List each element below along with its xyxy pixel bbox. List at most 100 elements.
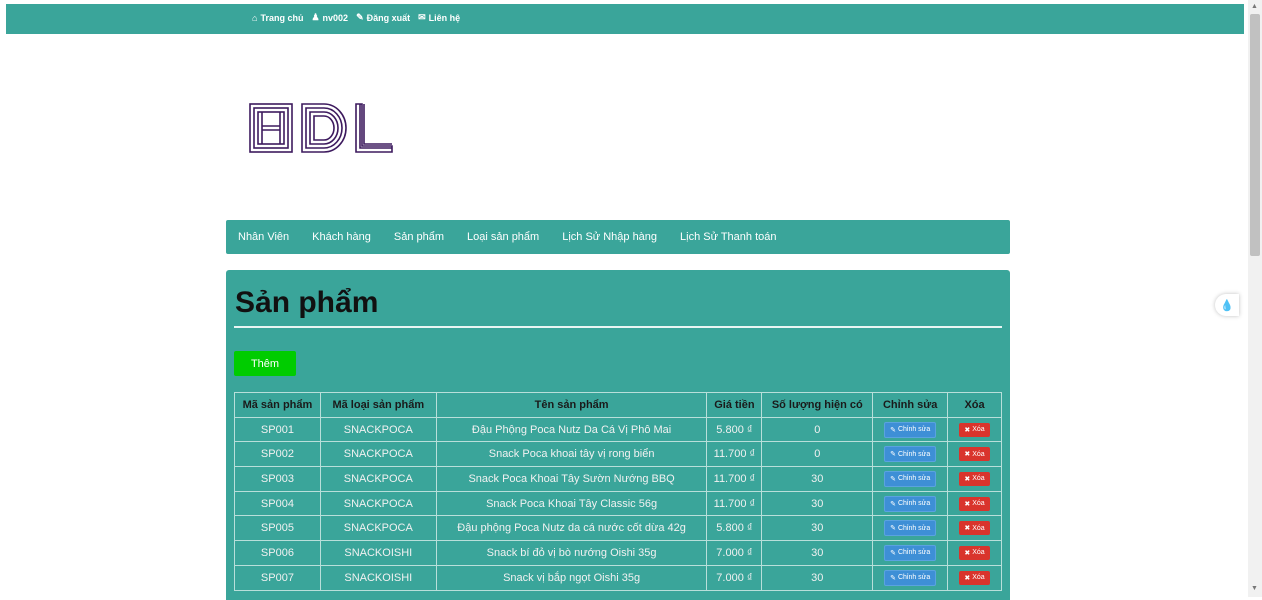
cell-product-name: Đậu Phộng Poca Nutz Da Cá Vị Phô Mai [435,416,708,443]
delete-button-label: Xóa [972,574,985,582]
main-nav: Nhân Viên Khách hàng Sản phẩm Loại sản p… [226,220,1010,254]
delete-button-label: Xóa [972,475,985,483]
floating-assistant-button[interactable]: 💧 [1215,294,1239,316]
page-title: Sản phẩm [235,286,379,319]
add-product-button[interactable]: Thêm [234,351,296,376]
cell-price: 7.000 ₫ [706,540,763,566]
top-bar: ⌂ Trang chủ ♟ nv002 ✎ Đăng xuất ✉ Liên hệ [6,4,1244,34]
table-row: SP004 SNACKPOCA Snack Poca Khoai Tây Cla… [234,490,1002,517]
cell-delete: ✖ Xóa [947,416,1002,443]
cell-product-name: Snack bí đỏ vị bò nướng Oishi 35g [435,540,708,566]
header-edit: Chỉnh sửa [872,392,949,418]
cell-edit: ✎ Chỉnh sửa [872,490,949,517]
cell-product-id: SP003 [234,466,321,492]
home-link[interactable]: ⌂ Trang chủ [252,12,303,23]
close-icon: ✖ [964,525,971,533]
edit-button[interactable]: ✎ Chỉnh sửa [884,421,937,438]
delete-button-label: Xóa [972,426,985,434]
cell-price: 7.000 ₫ [706,564,763,591]
cell-product-name: Snack vị bắp ngọt Oishi 35g [435,564,708,591]
edit-icon: ✎ [890,574,896,582]
cell-product-id: SP005 [234,515,321,542]
edit-button-label: Chỉnh sửa [897,475,931,483]
close-icon: ✖ [964,500,971,508]
nav-customers[interactable]: Khách hàng [312,231,371,243]
edit-icon: ✎ [890,475,896,483]
table-row: SP003 SNACKPOCA Snack Poca Khoai Tây Sườ… [234,466,1002,492]
nav-employees[interactable]: Nhân Viên [238,231,289,243]
envelope-icon: ✉ [418,12,426,22]
cell-product-name: Snack Poca Khoai Tây Classic 56g [435,490,708,517]
cell-product-id: SP007 [234,564,321,591]
delete-button[interactable]: ✖ Xóa [959,471,990,486]
header-delete: Xóa [947,392,1002,418]
delete-button[interactable]: ✖ Xóa [959,447,990,462]
edit-button[interactable]: ✎ Chỉnh sửa [884,470,937,487]
nav-product-types[interactable]: Loại sản phẩm [467,231,539,243]
delete-button[interactable]: ✖ Xóa [959,521,990,536]
close-icon: ✖ [964,549,971,557]
cell-quantity: 0 [761,416,874,443]
logo-graphic [249,103,393,153]
cell-product-type-id: SNACKOISHI [319,540,437,566]
edit-button-label: Chỉnh sửa [897,574,931,582]
table-row: SP002 SNACKPOCA Snack Poca khoai tây vị … [234,441,1002,468]
cell-edit: ✎ Chỉnh sửa [872,416,949,443]
vertical-scrollbar[interactable]: ▲ ▼ [1248,0,1262,597]
table-row: SP006 SNACKOISHI Snack bí đỏ vị bò nướng… [234,540,1002,566]
top-nav: ⌂ Trang chủ ♟ nv002 ✎ Đăng xuất ✉ Liên hệ [252,12,460,23]
cell-product-id: SP006 [234,540,321,566]
logout-link[interactable]: ✎ Đăng xuất [356,12,410,23]
nav-import-history[interactable]: Lịch Sử Nhập hàng [562,231,657,243]
cell-product-type-id: SNACKOISHI [319,564,437,591]
home-icon: ⌂ [252,12,258,23]
cell-delete: ✖ Xóa [947,441,1002,468]
edit-icon: ✎ [890,549,896,557]
cell-quantity: 30 [761,515,874,542]
edit-button-label: Chỉnh sửa [897,524,931,532]
edit-button[interactable]: ✎ Chỉnh sửa [884,544,937,561]
edit-button[interactable]: ✎ Chỉnh sửa [884,446,937,463]
cell-product-type-id: SNACKPOCA [319,490,437,517]
nav-products[interactable]: Sản phẩm [394,231,444,243]
cell-product-name: Đậu phộng Poca Nutz da cá nước cốt dừa 4… [435,515,708,542]
scroll-up-icon[interactable]: ▲ [1251,3,1258,10]
cell-quantity: 30 [761,490,874,517]
table-header-row: Mã sản phẩm Mã loại sản phẩm Tên sản phẩ… [234,392,1002,418]
cell-product-type-id: SNACKPOCA [319,515,437,542]
cell-quantity: 30 [761,540,874,566]
delete-button-label: Xóa [972,450,985,458]
cell-price: 11.700 ₫ [706,441,763,468]
table-row: SP007 SNACKOISHI Snack vị bắp ngọt Oishi… [234,564,1002,591]
edit-button[interactable]: ✎ Chỉnh sửa [884,495,937,512]
nav-payment-history[interactable]: Lịch Sử Thanh toán [680,231,776,243]
delete-button[interactable]: ✖ Xóa [959,545,990,560]
header-product-type-id: Mã loại sản phẩm [319,392,437,418]
cell-product-name: Snack Poca Khoai Tây Sườn Nướng BBQ [435,466,708,492]
cell-price: 11.700 ₫ [706,466,763,492]
edit-button[interactable]: ✎ Chỉnh sửa [884,569,937,586]
edit-button-label: Chỉnh sửa [897,450,931,458]
logout-link-label: Đăng xuất [366,12,411,23]
cell-delete: ✖ Xóa [947,515,1002,542]
edit-button[interactable]: ✎ Chỉnh sửa [884,520,937,537]
header-price: Giá tiền [706,392,763,418]
scrollbar-thumb[interactable] [1250,14,1260,256]
cell-quantity: 30 [761,564,874,591]
contact-link[interactable]: ✉ Liên hệ [418,12,460,23]
scroll-down-icon[interactable]: ▼ [1251,585,1258,592]
products-panel: Sản phẩm Thêm Mã sản phẩm Mã loại sản ph… [226,270,1010,600]
edit-icon: ✎ [890,451,896,459]
close-icon: ✖ [964,426,971,434]
cell-delete: ✖ Xóa [947,490,1002,517]
user-link[interactable]: ♟ nv002 [311,12,348,23]
close-icon: ✖ [964,475,971,483]
table-row: SP005 SNACKPOCA Đậu phộng Poca Nutz da c… [234,515,1002,542]
home-link-label: Trang chủ [260,12,304,23]
cell-edit: ✎ Chỉnh sửa [872,540,949,566]
delete-button[interactable]: ✖ Xóa [959,496,990,511]
delete-button[interactable]: ✖ Xóa [959,570,990,585]
cell-price: 5.800 ₫ [706,416,763,443]
site-logo[interactable] [248,96,398,160]
delete-button[interactable]: ✖ Xóa [959,422,990,437]
